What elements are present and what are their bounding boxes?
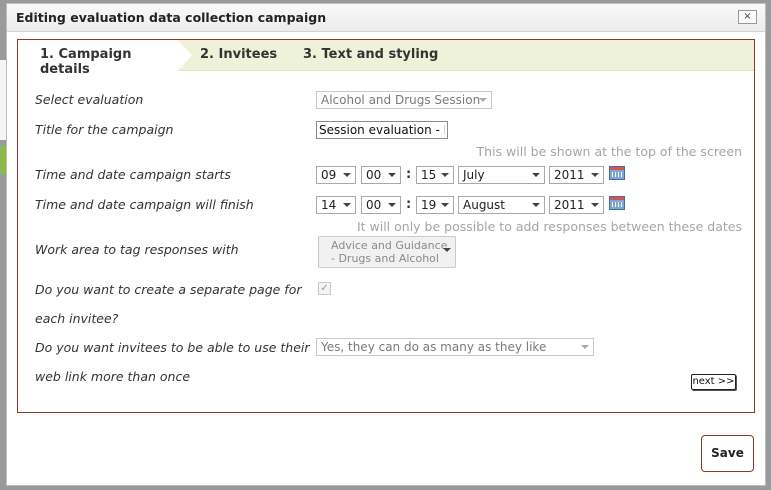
finish-year-value: 2011	[554, 198, 585, 212]
separate-page-label-cont: each invitee?	[35, 311, 119, 326]
finish-time-label: Time and date campaign will finish	[35, 197, 254, 212]
select-evaluation-dropdown[interactable]: Alcohol and Drugs Session	[316, 91, 492, 109]
chevron-down-icon	[441, 173, 449, 177]
reuse-link-value: Yes, they can do as many as they like	[321, 340, 547, 354]
time-separator: :	[406, 197, 412, 212]
work-area-line2: - Drugs and Alcohol	[331, 252, 439, 265]
start-time-label: Time and date campaign starts	[35, 167, 231, 182]
select-evaluation-label: Select evaluation	[35, 92, 144, 107]
separate-page-checkbox[interactable]: ✓	[318, 282, 331, 295]
dates-hint: It will only be possible to add response…	[356, 219, 742, 234]
chevron-down-icon	[591, 203, 599, 207]
finish-minute-value: 00	[366, 198, 382, 212]
chevron-down-icon	[388, 203, 396, 207]
work-area-select[interactable]: Advice and Guidance - Drugs and Alcohol	[318, 236, 456, 268]
chevron-down-icon	[479, 98, 487, 102]
work-area-label: Work area to tag responses with	[35, 242, 239, 257]
select-evaluation-value: Alcohol and Drugs Session	[321, 93, 481, 107]
chevron-down-icon	[388, 173, 396, 177]
start-minute-value: 00	[366, 168, 382, 182]
chevron-down-icon	[443, 248, 451, 252]
start-day-select[interactable]: 15	[416, 166, 454, 184]
chevron-down-icon	[343, 203, 351, 207]
chevron-down-icon	[532, 173, 540, 177]
start-hour-value: 09	[321, 168, 337, 182]
chevron-down-icon	[441, 203, 449, 207]
start-month-value: July	[463, 168, 485, 182]
finish-year-select[interactable]: 2011	[549, 196, 604, 214]
tab-invitees[interactable]: 2. Invitees	[200, 47, 277, 62]
start-year-select[interactable]: 2011	[549, 166, 604, 184]
chevron-down-icon	[591, 173, 599, 177]
work-area-line1: Advice and Guidance	[331, 239, 448, 252]
edit-campaign-dialog: Editing evaluation data collection campa…	[6, 3, 766, 486]
reuse-link-label: Do you want invitees to be able to use t…	[35, 340, 310, 355]
calendar-icon[interactable]	[609, 196, 625, 210]
tab-bar: 1. Campaign details 2. Invitees 3. Text …	[18, 40, 754, 77]
campaign-title-label: Title for the campaign	[35, 122, 174, 137]
campaign-details-panel: 1. Campaign details 2. Invitees 3. Text …	[17, 39, 755, 413]
tab-campaign-details[interactable]: 1. Campaign details	[18, 40, 192, 77]
finish-hour-value: 14	[321, 198, 337, 212]
next-button[interactable]: next >>	[691, 374, 736, 390]
separate-page-label: Do you want to create a separate page fo…	[35, 282, 302, 297]
chevron-down-icon	[581, 345, 589, 349]
finish-month-value: August	[463, 198, 505, 212]
dialog-title: Editing evaluation data collection campa…	[16, 10, 327, 25]
close-button[interactable]: ×	[738, 10, 757, 24]
chevron-down-icon	[532, 203, 540, 207]
reuse-link-label-cont: web link more than once	[35, 369, 191, 384]
finish-day-select[interactable]: 19	[416, 196, 454, 214]
finish-hour-select[interactable]: 14	[316, 196, 356, 214]
save-button[interactable]: Save	[701, 435, 754, 472]
start-minute-select[interactable]: 00	[361, 166, 401, 184]
start-month-select[interactable]: July	[458, 166, 545, 184]
dialog-titlebar: Editing evaluation data collection campa…	[7, 4, 765, 32]
tab-text-and-styling[interactable]: 3. Text and styling	[303, 47, 438, 62]
calendar-icon[interactable]	[609, 166, 625, 180]
start-year-value: 2011	[554, 168, 585, 182]
finish-minute-select[interactable]: 00	[361, 196, 401, 214]
start-hour-select[interactable]: 09	[316, 166, 356, 184]
title-hint: This will be shown at the top of the scr…	[476, 144, 742, 159]
start-day-value: 15	[421, 168, 437, 182]
finish-day-value: 19	[421, 198, 437, 212]
campaign-title-input[interactable]	[316, 121, 448, 139]
time-separator: :	[406, 167, 412, 182]
finish-month-select[interactable]: August	[458, 196, 545, 214]
chevron-down-icon	[343, 173, 351, 177]
reuse-link-select[interactable]: Yes, they can do as many as they like	[316, 338, 594, 356]
